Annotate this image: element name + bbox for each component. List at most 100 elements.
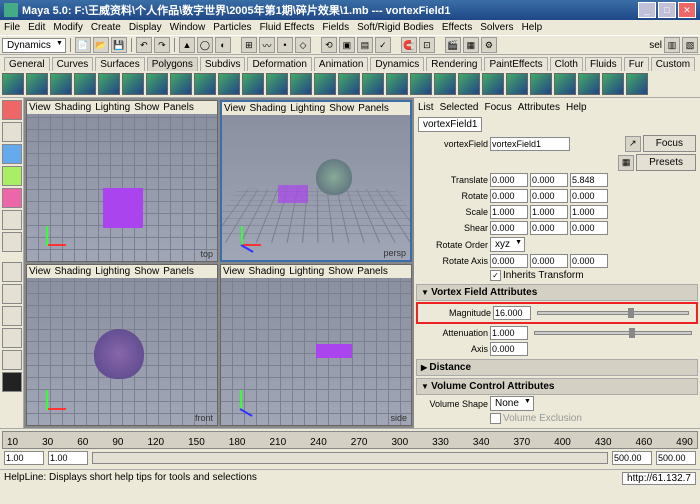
tool-select-arrow-icon[interactable] <box>2 100 22 120</box>
attr-menu-selected[interactable]: Selected <box>440 102 479 113</box>
shelf-poly-combine-icon[interactable] <box>170 73 192 95</box>
object-particles[interactable] <box>103 188 143 228</box>
shelf-poly-subdivide-icon[interactable] <box>362 73 384 95</box>
vp-menu-view[interactable]: View <box>29 102 51 113</box>
menu-file[interactable]: File <box>4 22 20 33</box>
shelf-poly-cube-icon[interactable] <box>26 73 48 95</box>
menu-soft-rigid[interactable]: Soft/Rigid Bodies <box>357 22 434 33</box>
shelf-poly-cylinder-icon[interactable] <box>50 73 72 95</box>
shelf-tab-dynamics[interactable]: Dynamics <box>370 57 424 71</box>
rotate-y-input[interactable] <box>530 189 568 203</box>
rotate-axis-x-input[interactable] <box>490 254 528 268</box>
section-vortex[interactable]: Vortex Field Attributes <box>416 284 698 301</box>
range-start-input[interactable] <box>48 451 88 465</box>
shelf-poly-sculpt-icon[interactable] <box>602 73 624 95</box>
vp-menu-panels[interactable]: Panels <box>358 103 389 114</box>
tool-render-globals-icon[interactable]: ⚙ <box>481 37 497 53</box>
shelf-poly-triangulate-icon[interactable] <box>386 73 408 95</box>
menu-display[interactable]: Display <box>129 22 162 33</box>
tool-open-icon[interactable]: 📂 <box>93 37 109 53</box>
vp-menu-show[interactable]: Show <box>134 266 159 277</box>
shelf-tab-fur[interactable]: Fur <box>624 57 649 71</box>
shelf-poly-cone-icon[interactable] <box>74 73 96 95</box>
shelf-poly-soften-icon[interactable] <box>458 73 480 95</box>
section-volume[interactable]: Volume Control Attributes <box>416 378 698 395</box>
rotate-axis-z-input[interactable] <box>570 254 608 268</box>
layout-graph-icon[interactable] <box>2 328 22 348</box>
tool-last-icon[interactable] <box>2 232 22 252</box>
tool-ipv-icon[interactable]: ▦ <box>463 37 479 53</box>
attr-menu-help[interactable]: Help <box>566 102 587 113</box>
menu-help[interactable]: Help <box>522 22 543 33</box>
vp-menu-lighting[interactable]: Lighting <box>289 266 324 277</box>
tool-construction-icon[interactable]: ⊡ <box>419 37 435 53</box>
focus-button[interactable]: Focus <box>643 135 696 152</box>
shelf-poly-create-icon[interactable] <box>146 73 168 95</box>
anim-start-input[interactable] <box>4 451 44 465</box>
tool-undo-icon[interactable]: ↶ <box>136 37 152 53</box>
shear-x-input[interactable] <box>490 221 528 235</box>
shelf-tab-curves[interactable]: Curves <box>52 57 94 71</box>
layout-single-icon[interactable] <box>2 262 22 282</box>
tool-rotate-icon[interactable] <box>2 166 22 186</box>
shelf-poly-mirror-icon[interactable] <box>578 73 600 95</box>
shelf-tab-painteffects[interactable]: PaintEffects <box>484 57 547 71</box>
shelf-poly-quad-icon[interactable] <box>410 73 432 95</box>
minimize-button[interactable]: _ <box>638 2 656 18</box>
menu-create[interactable]: Create <box>91 22 121 33</box>
viewport-front[interactable]: View Shading Lighting Show Panels front <box>26 264 218 426</box>
shelf-poly-uv-icon[interactable] <box>506 73 528 95</box>
translate-y-input[interactable] <box>530 173 568 187</box>
tool-inputs-icon[interactable]: ▣ <box>339 37 355 53</box>
tool-mask-icon[interactable]: ◐ <box>215 37 231 53</box>
attr-name-input[interactable] <box>490 137 570 151</box>
vp-menu-lighting[interactable]: Lighting <box>95 266 130 277</box>
menu-window[interactable]: Window <box>170 22 206 33</box>
vp-menu-shading[interactable]: Shading <box>250 103 287 114</box>
rotate-axis-y-input[interactable] <box>530 254 568 268</box>
inherits-checkbox[interactable]: ✓ <box>490 270 501 281</box>
presets-button[interactable]: Presets <box>636 154 696 171</box>
shear-z-input[interactable] <box>570 221 608 235</box>
attr-presets-icon[interactable]: ▦ <box>618 155 634 171</box>
scale-y-input[interactable] <box>530 205 568 219</box>
time-slider[interactable]: 10 30 60 90 120 150 180 210 240 270 300 … <box>2 431 698 449</box>
layout-persp-outliner-icon[interactable] <box>2 306 22 326</box>
tool-history-icon[interactable]: ⟲ <box>321 37 337 53</box>
tool-lasso-icon[interactable]: ◯ <box>197 37 213 53</box>
vp-menu-view[interactable]: View <box>224 103 246 114</box>
tool-redo-icon[interactable]: ↷ <box>154 37 170 53</box>
tool-channel-icon[interactable]: ▧ <box>682 37 698 53</box>
shear-y-input[interactable] <box>530 221 568 235</box>
tool-snap-plane-icon[interactable]: ◇ <box>295 37 311 53</box>
shelf-poly-plane-icon[interactable] <box>98 73 120 95</box>
rotate-order-dropdown[interactable]: xyz <box>490 237 525 252</box>
shelf-poly-split-icon[interactable] <box>314 73 336 95</box>
tool-move-icon[interactable] <box>2 144 22 164</box>
shelf-tab-cloth[interactable]: Cloth <box>550 57 583 71</box>
axis-x-input[interactable] <box>490 342 528 356</box>
tool-magnet-icon[interactable]: 🧲 <box>401 37 417 53</box>
tool-manip-icon[interactable] <box>2 210 22 230</box>
menu-effects[interactable]: Effects <box>442 22 472 33</box>
menu-particles[interactable]: Particles <box>213 22 251 33</box>
tool-lasso-select-icon[interactable] <box>2 122 22 142</box>
vp-menu-shading[interactable]: Shading <box>55 102 92 113</box>
rotate-z-input[interactable] <box>570 189 608 203</box>
layout-hypershade-icon[interactable] <box>2 350 22 370</box>
maximize-button[interactable]: □ <box>658 2 676 18</box>
scale-x-input[interactable] <box>490 205 528 219</box>
shelf-tab-deformation[interactable]: Deformation <box>247 57 311 71</box>
shelf-poly-cleanup-icon[interactable] <box>530 73 552 95</box>
shelf-tab-fluids[interactable]: Fluids <box>585 57 622 71</box>
shelf-tab-animation[interactable]: Animation <box>314 57 368 71</box>
vp-menu-shading[interactable]: Shading <box>249 266 286 277</box>
shelf-poly-harden-icon[interactable] <box>482 73 504 95</box>
tool-snap-grid-icon[interactable]: ⊞ <box>241 37 257 53</box>
object-particles[interactable] <box>278 185 308 203</box>
volume-shape-dropdown[interactable]: None <box>490 396 534 411</box>
vp-menu-show[interactable]: Show <box>328 266 353 277</box>
magnitude-slider[interactable] <box>537 311 689 315</box>
tool-snap-curve-icon[interactable]: 〰 <box>259 37 275 53</box>
rotate-x-input[interactable] <box>490 189 528 203</box>
